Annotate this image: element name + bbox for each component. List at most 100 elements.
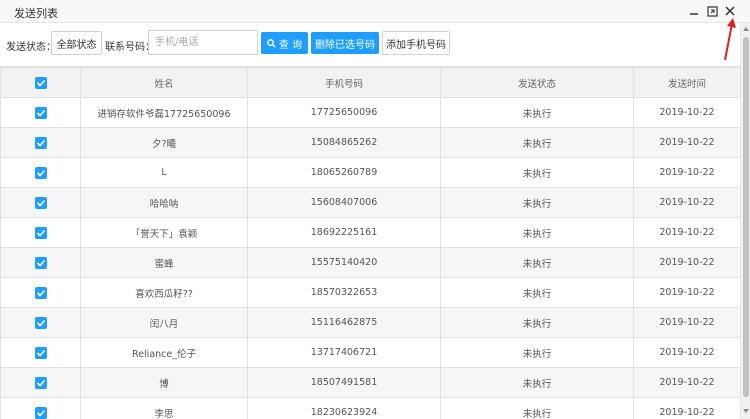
search-button-label: 查 询 (278, 39, 303, 51)
cell-name: L (80, 157, 248, 188)
close-icon[interactable] (722, 3, 738, 19)
delete-selected-button[interactable]: 删除已选号码 (311, 32, 379, 54)
cell-status: 未执行 (440, 157, 634, 188)
row-checkbox-icon[interactable] (34, 136, 47, 149)
cell-time: 2019-10-22 (633, 127, 740, 158)
table-row[interactable]: 博 18507491581 未执行 2019-10-22 (0, 367, 740, 398)
cell-status: 未执行 (440, 217, 634, 248)
row-select-cell[interactable] (0, 217, 81, 248)
scroll-up-icon[interactable] (742, 25, 750, 33)
row-select-cell[interactable] (0, 337, 81, 368)
row-select-cell[interactable] (0, 397, 81, 419)
row-checkbox-icon[interactable] (34, 166, 47, 179)
row-checkbox-icon[interactable] (34, 286, 47, 299)
cell-time: 2019-10-22 (633, 187, 740, 218)
table-row[interactable]: 蜜蜂 15575140420 未执行 2019-10-22 (0, 247, 740, 278)
search-button[interactable]: 查 询 (261, 32, 308, 54)
window-title: 发送列表 (14, 7, 58, 20)
cell-phone: 18065260789 (247, 157, 441, 188)
row-checkbox-icon[interactable] (34, 106, 47, 119)
cell-name: 喜欢西瓜籽?? (80, 277, 248, 308)
row-select-cell[interactable] (0, 127, 81, 158)
table-header-row: 姓名 手机号码 发送状态 发送时间 (0, 67, 740, 98)
cell-status: 未执行 (440, 127, 634, 158)
cell-time: 2019-10-22 (633, 307, 740, 338)
cell-status: 未执行 (440, 367, 634, 398)
cell-name: 「誉天下」袁颖 (80, 217, 248, 248)
cell-status: 未执行 (440, 307, 634, 338)
cell-name: 博 (80, 367, 248, 398)
table-row[interactable]: L 18065260789 未执行 2019-10-22 (0, 157, 740, 188)
cell-name: 闰八月 (80, 307, 248, 338)
table-row[interactable]: 哈哈呐 15608407006 未执行 2019-10-22 (0, 187, 740, 218)
vertical-scrollbar[interactable] (740, 23, 750, 419)
row-checkbox-icon[interactable] (34, 196, 47, 209)
cell-phone: 18692225161 (247, 217, 441, 248)
table-row[interactable]: 李思 18230623924 未执行 2019-10-22 (0, 397, 740, 419)
cell-time: 2019-10-22 (633, 337, 740, 368)
cell-status: 未执行 (440, 397, 634, 419)
row-select-cell[interactable] (0, 307, 81, 338)
table-row[interactable]: 夕?曦 15084865262 未执行 2019-10-22 (0, 127, 740, 158)
minimize-icon[interactable] (686, 3, 702, 19)
column-header-name: 姓名 (80, 67, 248, 98)
row-select-cell[interactable] (0, 97, 81, 128)
cell-status: 未执行 (440, 277, 634, 308)
cell-status: 未执行 (440, 97, 634, 128)
cell-status: 未执行 (440, 337, 634, 368)
row-select-cell[interactable] (0, 247, 81, 278)
select-all-checkbox-icon[interactable] (34, 76, 47, 89)
table-row[interactable]: 「誉天下」袁颖 18692225161 未执行 2019-10-22 (0, 217, 740, 248)
column-header-time: 发送时间 (633, 67, 740, 98)
cell-phone: 18230623924 (247, 397, 441, 419)
cell-name: 李思 (80, 397, 248, 419)
row-select-cell[interactable] (0, 277, 81, 308)
column-header-status: 发送状态 (440, 67, 634, 98)
send-list-table: 姓名 手机号码 发送状态 发送时间 进销存软件爷磊17725650096 1772… (0, 66, 740, 419)
window-titlebar: 发送列表 (0, 0, 750, 23)
row-checkbox-icon[interactable] (34, 256, 47, 269)
table-row[interactable]: 喜欢西瓜籽?? 18570322653 未执行 2019-10-22 (0, 277, 740, 308)
toolbar: 发送状态： 全部状态 联系号码： 查 询 删除已选号码 添加手机号码 (0, 28, 740, 58)
table-row[interactable]: Reliance_伦子 13717406721 未执行 2019-10-22 (0, 337, 740, 368)
add-phone-button[interactable]: 添加手机号码 (382, 31, 450, 55)
cell-time: 2019-10-22 (633, 397, 740, 419)
row-select-cell[interactable] (0, 367, 81, 398)
row-checkbox-icon[interactable] (34, 226, 47, 239)
cell-status: 未执行 (440, 187, 634, 218)
row-select-cell[interactable] (0, 157, 81, 188)
status-select[interactable]: 全部状态 (51, 31, 102, 55)
cell-time: 2019-10-22 (633, 367, 740, 398)
maximize-icon[interactable] (704, 3, 720, 19)
cell-phone: 15608407006 (247, 187, 441, 218)
cell-time: 2019-10-22 (633, 157, 740, 188)
cell-name: 进销存软件爷磊17725650096 (80, 97, 248, 128)
cell-name: 蜜蜂 (80, 247, 248, 278)
cell-phone: 15084865262 (247, 127, 441, 158)
cell-phone: 13717406721 (247, 337, 441, 368)
row-checkbox-icon[interactable] (34, 376, 47, 389)
contact-input[interactable] (148, 30, 258, 55)
row-select-cell[interactable] (0, 187, 81, 218)
cell-time: 2019-10-22 (633, 217, 740, 248)
status-label: 发送状态： (6, 42, 56, 53)
select-all-cell[interactable] (0, 67, 81, 98)
cell-name: 夕?曦 (80, 127, 248, 158)
cell-phone: 15116462875 (247, 307, 441, 338)
cell-name: 哈哈呐 (80, 187, 248, 218)
row-checkbox-icon[interactable] (34, 406, 47, 419)
cell-status: 未执行 (440, 247, 634, 278)
cell-phone: 15575140420 (247, 247, 441, 278)
column-header-phone: 手机号码 (247, 67, 441, 98)
cell-name: Reliance_伦子 (80, 337, 248, 368)
table-row[interactable]: 进销存软件爷磊17725650096 17725650096 未执行 2019-10-… (0, 97, 740, 128)
cell-phone: 17725650096 (247, 97, 441, 128)
row-checkbox-icon[interactable] (34, 346, 47, 359)
scroll-down-icon[interactable] (742, 407, 750, 415)
row-checkbox-icon[interactable] (34, 316, 47, 329)
cell-time: 2019-10-22 (633, 277, 740, 308)
cell-time: 2019-10-22 (633, 97, 740, 128)
scrollbar-thumb[interactable] (743, 37, 749, 397)
cell-phone: 18507491581 (247, 367, 441, 398)
table-row[interactable]: 闰八月 15116462875 未执行 2019-10-22 (0, 307, 740, 338)
